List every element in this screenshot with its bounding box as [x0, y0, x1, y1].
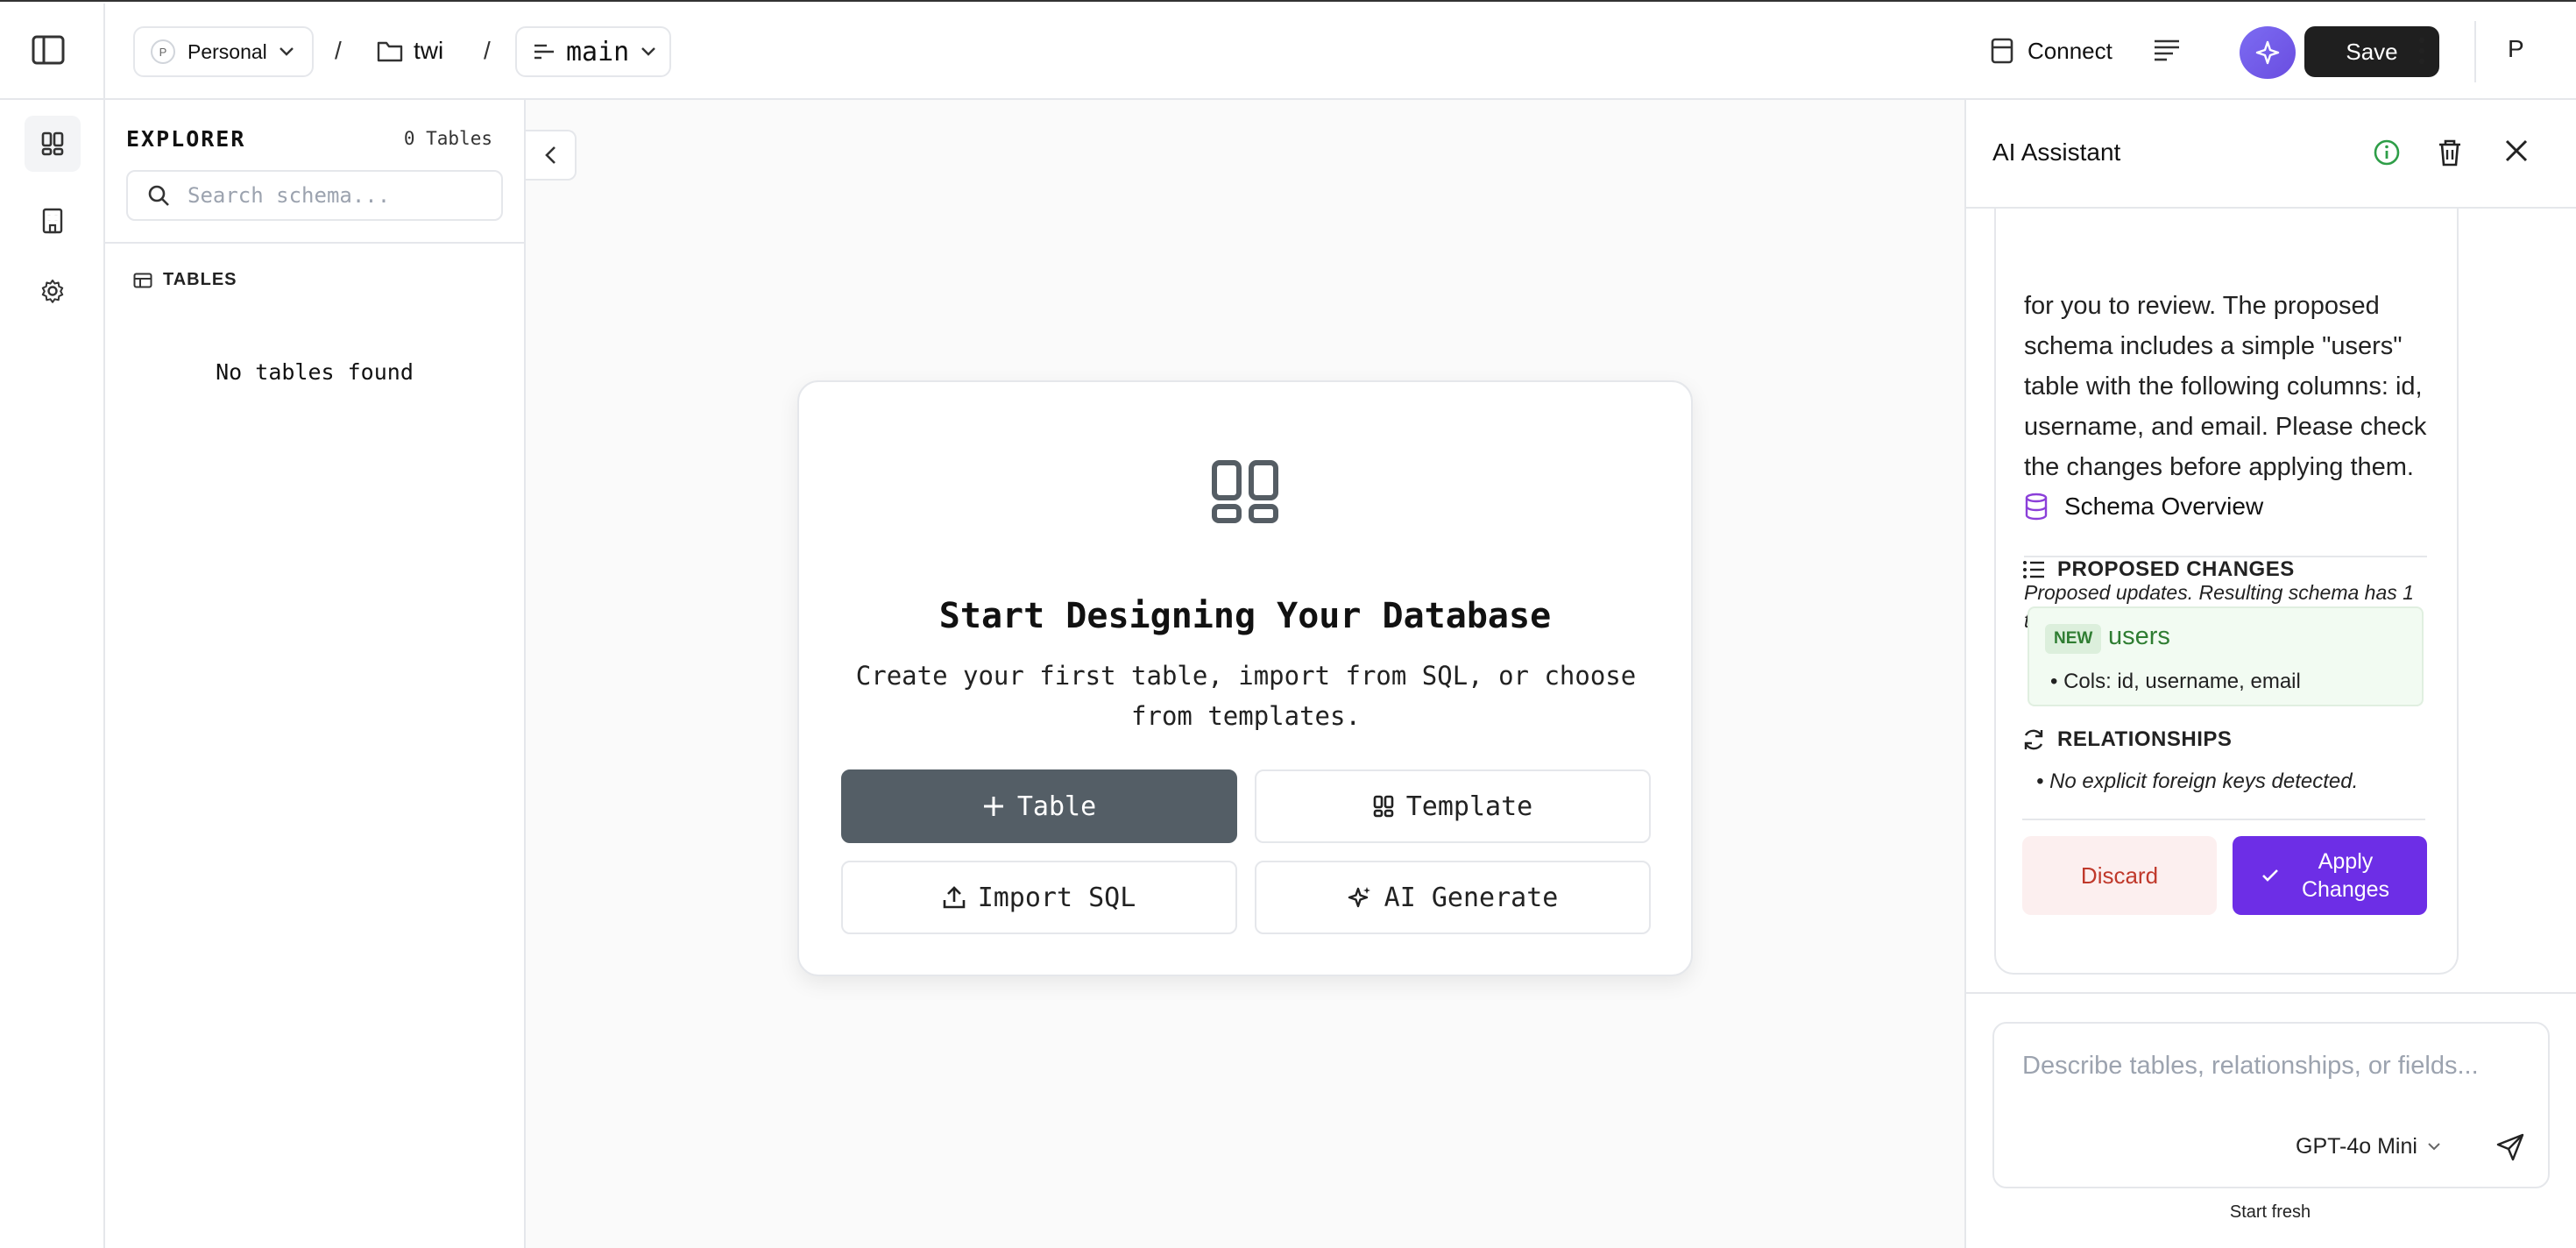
folder-label: twi: [414, 37, 444, 64]
upload-icon: [943, 886, 965, 909]
rail-item-organization[interactable]: [25, 193, 81, 249]
breadcrumb-separator: /: [484, 37, 491, 64]
branch-icon: [534, 44, 554, 60]
explorer-panel: EXPLORER 0 Tables TABLES No tables found: [105, 100, 526, 1248]
ai-prompt-placeholder[interactable]: Describe tables, relationships, or field…: [2022, 1052, 2479, 1081]
branch-label: main: [566, 36, 630, 67]
menu-lines-icon[interactable]: [2154, 39, 2180, 66]
sidebar-toggle-icon[interactable]: [32, 35, 65, 65]
template-grid-icon: [1373, 795, 1394, 818]
search-input[interactable]: [188, 183, 485, 208]
ai-input-area: Describe tables, relationships, or field…: [1964, 100, 2576, 1248]
empty-state-subtitle: Create your first table, import from SQL…: [855, 661, 1637, 731]
ai-assistant-button[interactable]: [2240, 26, 2296, 79]
divider: [103, 4, 105, 100]
grid-icon: [41, 131, 64, 156]
workspace-selector[interactable]: P Personal: [133, 26, 314, 77]
ai-panel-header: AI Assistant: [1966, 100, 2576, 209]
template-label: Template: [1405, 791, 1533, 822]
explorer-title: EXPLORER: [126, 126, 246, 152]
divider: [105, 242, 524, 244]
model-selector[interactable]: GPT-4o Mini: [2296, 1134, 2440, 1159]
tables-section-label: TABLES: [163, 270, 237, 289]
chevron-down-icon: [641, 47, 656, 56]
import-sql-label: Import SQL: [977, 882, 1136, 913]
chevron-down-icon: [2428, 1143, 2440, 1151]
send-icon[interactable]: [2495, 1132, 2525, 1166]
breadcrumb-separator: /: [335, 37, 342, 64]
divider: [1964, 992, 2576, 994]
empty-state-title: Start Designing Your Database: [938, 596, 1552, 636]
user-avatar[interactable]: P: [2508, 35, 2524, 63]
workspace-avatar: P: [151, 39, 175, 64]
folder-icon: [377, 41, 403, 62]
ai-prompt-box[interactable]: Describe tables, relationships, or field…: [1992, 1022, 2550, 1188]
start-fresh-link[interactable]: Start fresh: [1964, 1202, 2576, 1223]
trash-icon[interactable]: [2438, 138, 2462, 171]
ai-panel-title: AI Assistant: [1992, 138, 2121, 166]
table-count: 0 Tables: [403, 128, 492, 149]
breadcrumb-folder[interactable]: twi: [377, 33, 443, 68]
template-button[interactable]: Template: [1255, 769, 1651, 843]
database-connect-icon: [1991, 38, 2013, 64]
grid-icon: [1211, 459, 1281, 528]
connect-button[interactable]: Connect: [1991, 33, 2112, 68]
more-vertical-icon[interactable]: [2417, 35, 2427, 71]
connect-label: Connect: [2028, 37, 2112, 64]
building-icon: [42, 208, 63, 234]
top-bar: P Personal / twi / main Connect Save P: [0, 0, 2576, 100]
ai-generate-label: AI Generate: [1384, 882, 1559, 913]
ai-generate-button[interactable]: AI Generate: [1255, 861, 1651, 934]
info-icon[interactable]: [2373, 138, 2401, 171]
workspace-label: Personal: [188, 39, 267, 63]
divider: [2474, 21, 2476, 82]
sparkle-icon: [1348, 887, 1370, 908]
sparkle-icon: [2255, 40, 2280, 65]
table-icon: [133, 273, 152, 287]
gear-icon: [41, 280, 64, 303]
model-label: GPT-4o Mini: [2296, 1134, 2417, 1159]
tables-section-header[interactable]: TABLES: [133, 270, 237, 290]
collapse-explorer-button[interactable]: [526, 130, 577, 181]
left-rail: [0, 100, 105, 1248]
add-table-button[interactable]: Table: [841, 769, 1237, 843]
import-sql-button[interactable]: Import SQL: [841, 861, 1237, 934]
chevron-left-icon: [545, 146, 556, 164]
branch-selector[interactable]: main: [515, 26, 671, 77]
search-icon: [148, 185, 169, 206]
empty-tables-message: No tables found: [216, 359, 414, 385]
close-icon[interactable]: [2504, 138, 2529, 167]
rail-item-schema[interactable]: [25, 116, 81, 172]
chevron-down-icon: [279, 47, 294, 56]
empty-state-card: Start Designing Your Database Create you…: [797, 380, 1693, 976]
add-table-label: Table: [1016, 791, 1097, 822]
schema-search[interactable]: [126, 170, 503, 221]
rail-item-settings[interactable]: [25, 263, 81, 319]
plus-icon: [983, 797, 1003, 816]
